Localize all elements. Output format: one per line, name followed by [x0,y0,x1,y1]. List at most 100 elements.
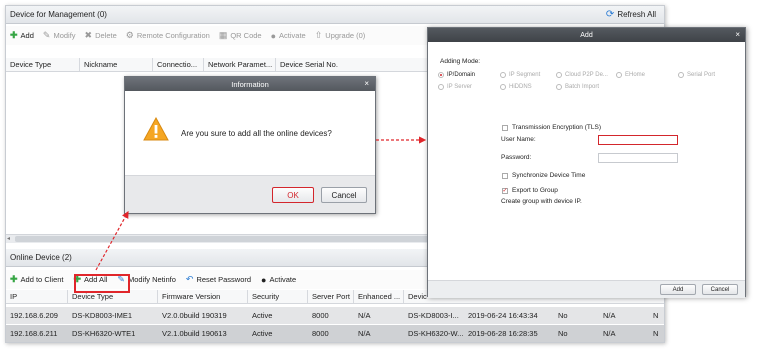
radio-dot-icon [438,72,444,78]
add-button[interactable]: ✚ Add [10,30,34,41]
password-input[interactable] [598,153,678,163]
column-network-parameters[interactable]: Network Paramet... [204,58,276,71]
information-message: Are you sure to add all the online devic… [181,129,332,138]
delete-button[interactable]: ✖ Delete [85,30,117,41]
add-cancel-button[interactable]: Cancel [702,284,738,295]
column-firmware-version[interactable]: Firmware Version [158,290,248,303]
table-row[interactable]: 192.168.6.211 DS-KH6320-WTE1 V2.1.0build… [6,325,664,342]
online-activate-button[interactable]: ● Activate [261,275,296,285]
ok-button[interactable]: OK [272,187,314,203]
close-icon[interactable]: × [735,30,740,39]
export-group-label: Export to Group [512,187,558,194]
modify-button[interactable]: ✎ Modify [43,30,76,41]
gear-icon: ⚙ [125,30,134,40]
cell-time: 2019-06-24 16:43:34 [468,311,538,320]
cell-c2: N/A [603,311,616,320]
refresh-all-label: Refresh All [617,10,656,19]
delete-icon: ✖ [84,30,93,40]
add-dialog-title: Add [580,31,593,39]
mode-ip-domain-radio[interactable]: IP/Domain [438,72,475,78]
column-enhanced[interactable]: Enhanced ... [354,290,404,303]
remote-configuration-label: Remote Configuration [136,31,210,40]
activate-label: Activate [279,31,306,40]
cell-c1: No [558,311,568,320]
checkbox-icon [502,172,508,179]
mode-serial-port-radio[interactable]: Serial Port [678,72,715,78]
username-input[interactable] [598,135,678,145]
add-device-dialog: Add × Adding Mode: IP/Domain IP Segment … [427,27,746,298]
cell-c2: N/A [603,329,616,338]
cell-serial: DS-KD8003-I... [408,311,459,320]
column-serial-no[interactable]: Device Serial No. [276,58,406,71]
column-server-port[interactable]: Server Port [308,290,354,303]
mode-batch-import-radio[interactable]: Batch Import [556,84,599,90]
reset-icon: ↶ [185,274,194,284]
mode-hiddns-radio[interactable]: HiDDNS [500,84,532,90]
checkbox-icon [502,124,508,131]
column-security[interactable]: Security [248,290,308,303]
reset-password-button[interactable]: ↶ Reset Password [186,274,251,285]
remote-configuration-button[interactable]: ⚙ Remote Configuration [126,30,210,41]
cell-enhanced: N/A [358,311,371,320]
device-management-header: Device for Management (0) ⟳ Refresh All [6,6,664,24]
table-row[interactable]: 192.168.6.209 DS-KD8003-IME1 V2.0.0build… [6,307,664,324]
sync-time-label: Synchronize Device Time [512,172,586,179]
sync-time-checkbox[interactable]: Synchronize Device Time [502,172,585,179]
activate-button[interactable]: ● Activate [271,31,306,41]
delete-label: Delete [95,31,117,40]
cell-serial: DS-KH6320-W... [408,329,464,338]
information-dialog-body: Are you sure to add all the online devic… [125,91,375,175]
cell-time: 2019-06-28 16:28:35 [468,329,538,338]
add-confirm-button[interactable]: Add [660,284,696,295]
column-nickname[interactable]: Nickname [80,58,153,71]
mode-ip-server-radio[interactable]: IP Server [438,84,472,90]
mode-cloud-p2p-radio[interactable]: Cloud P2P De... [556,72,608,78]
cancel-button[interactable]: Cancel [321,187,367,203]
add-dialog-footer: Add Cancel [428,280,745,298]
column-ip[interactable]: IP [6,290,68,303]
cell-ip: 192.168.6.211 [10,329,58,338]
cell-device-type: DS-KD8003-IME1 [72,311,133,320]
mode-label: IP/Domain [447,72,476,78]
plus-icon: ✚ [10,274,18,284]
scroll-left-icon[interactable]: ◂ [7,235,10,242]
refresh-all-button[interactable]: ⟳ Refresh All [606,9,656,20]
device-management-title: Device for Management (0) [10,10,107,19]
information-dialog: Information × Are you sure to add all th… [124,76,376,214]
username-label: User Name: [501,136,536,143]
column-device-type[interactable]: Device Type [6,58,80,71]
modify-netinfo-label: Modify Netinfo [127,275,176,284]
plus-icon: ✚ [10,30,18,40]
export-group-checkbox[interactable]: ✓ Export to Group [502,187,558,194]
ok-label: OK [287,190,299,200]
online-device-title: Online Device (2) [10,253,72,262]
mode-label: Cloud P2P De... [565,72,608,78]
upgrade-icon: ⇧ [314,30,323,40]
column-connection[interactable]: Connectio... [153,58,204,71]
modify-label: Modify [53,31,76,40]
upgrade-button[interactable]: ⇧ Upgrade (0) [315,30,366,41]
mode-ip-segment-radio[interactable]: IP Segment [500,72,540,78]
radio-dot-icon [556,84,562,90]
password-label: Password: [501,154,532,161]
refresh-icon: ⟳ [605,9,615,20]
mode-ehome-radio[interactable]: EHome [616,72,645,78]
qr-code-button[interactable]: ▦ QR Code [219,30,262,41]
information-dialog-footer: OK Cancel [125,175,375,213]
qr-icon: ▦ [218,30,228,40]
radio-dot-icon [556,72,562,78]
radio-dot-icon [678,72,684,78]
edit-icon: ✎ [42,30,51,40]
mode-label: IP Segment [509,72,541,78]
activate-icon: ● [270,30,277,41]
radio-dot-icon [500,84,506,90]
cell-security: Active [252,329,273,338]
cell-enhanced: N/A [358,329,371,338]
online-activate-label: Activate [269,275,297,284]
close-icon[interactable]: × [364,79,369,88]
tls-checkbox[interactable]: Transmission Encryption (TLS) [502,124,601,131]
qr-code-label: QR Code [230,31,262,40]
checkmark-icon: ✓ [502,187,508,194]
cell-ip: 192.168.6.209 [10,311,58,320]
add-to-client-button[interactable]: ✚ Add to Client [10,274,64,285]
